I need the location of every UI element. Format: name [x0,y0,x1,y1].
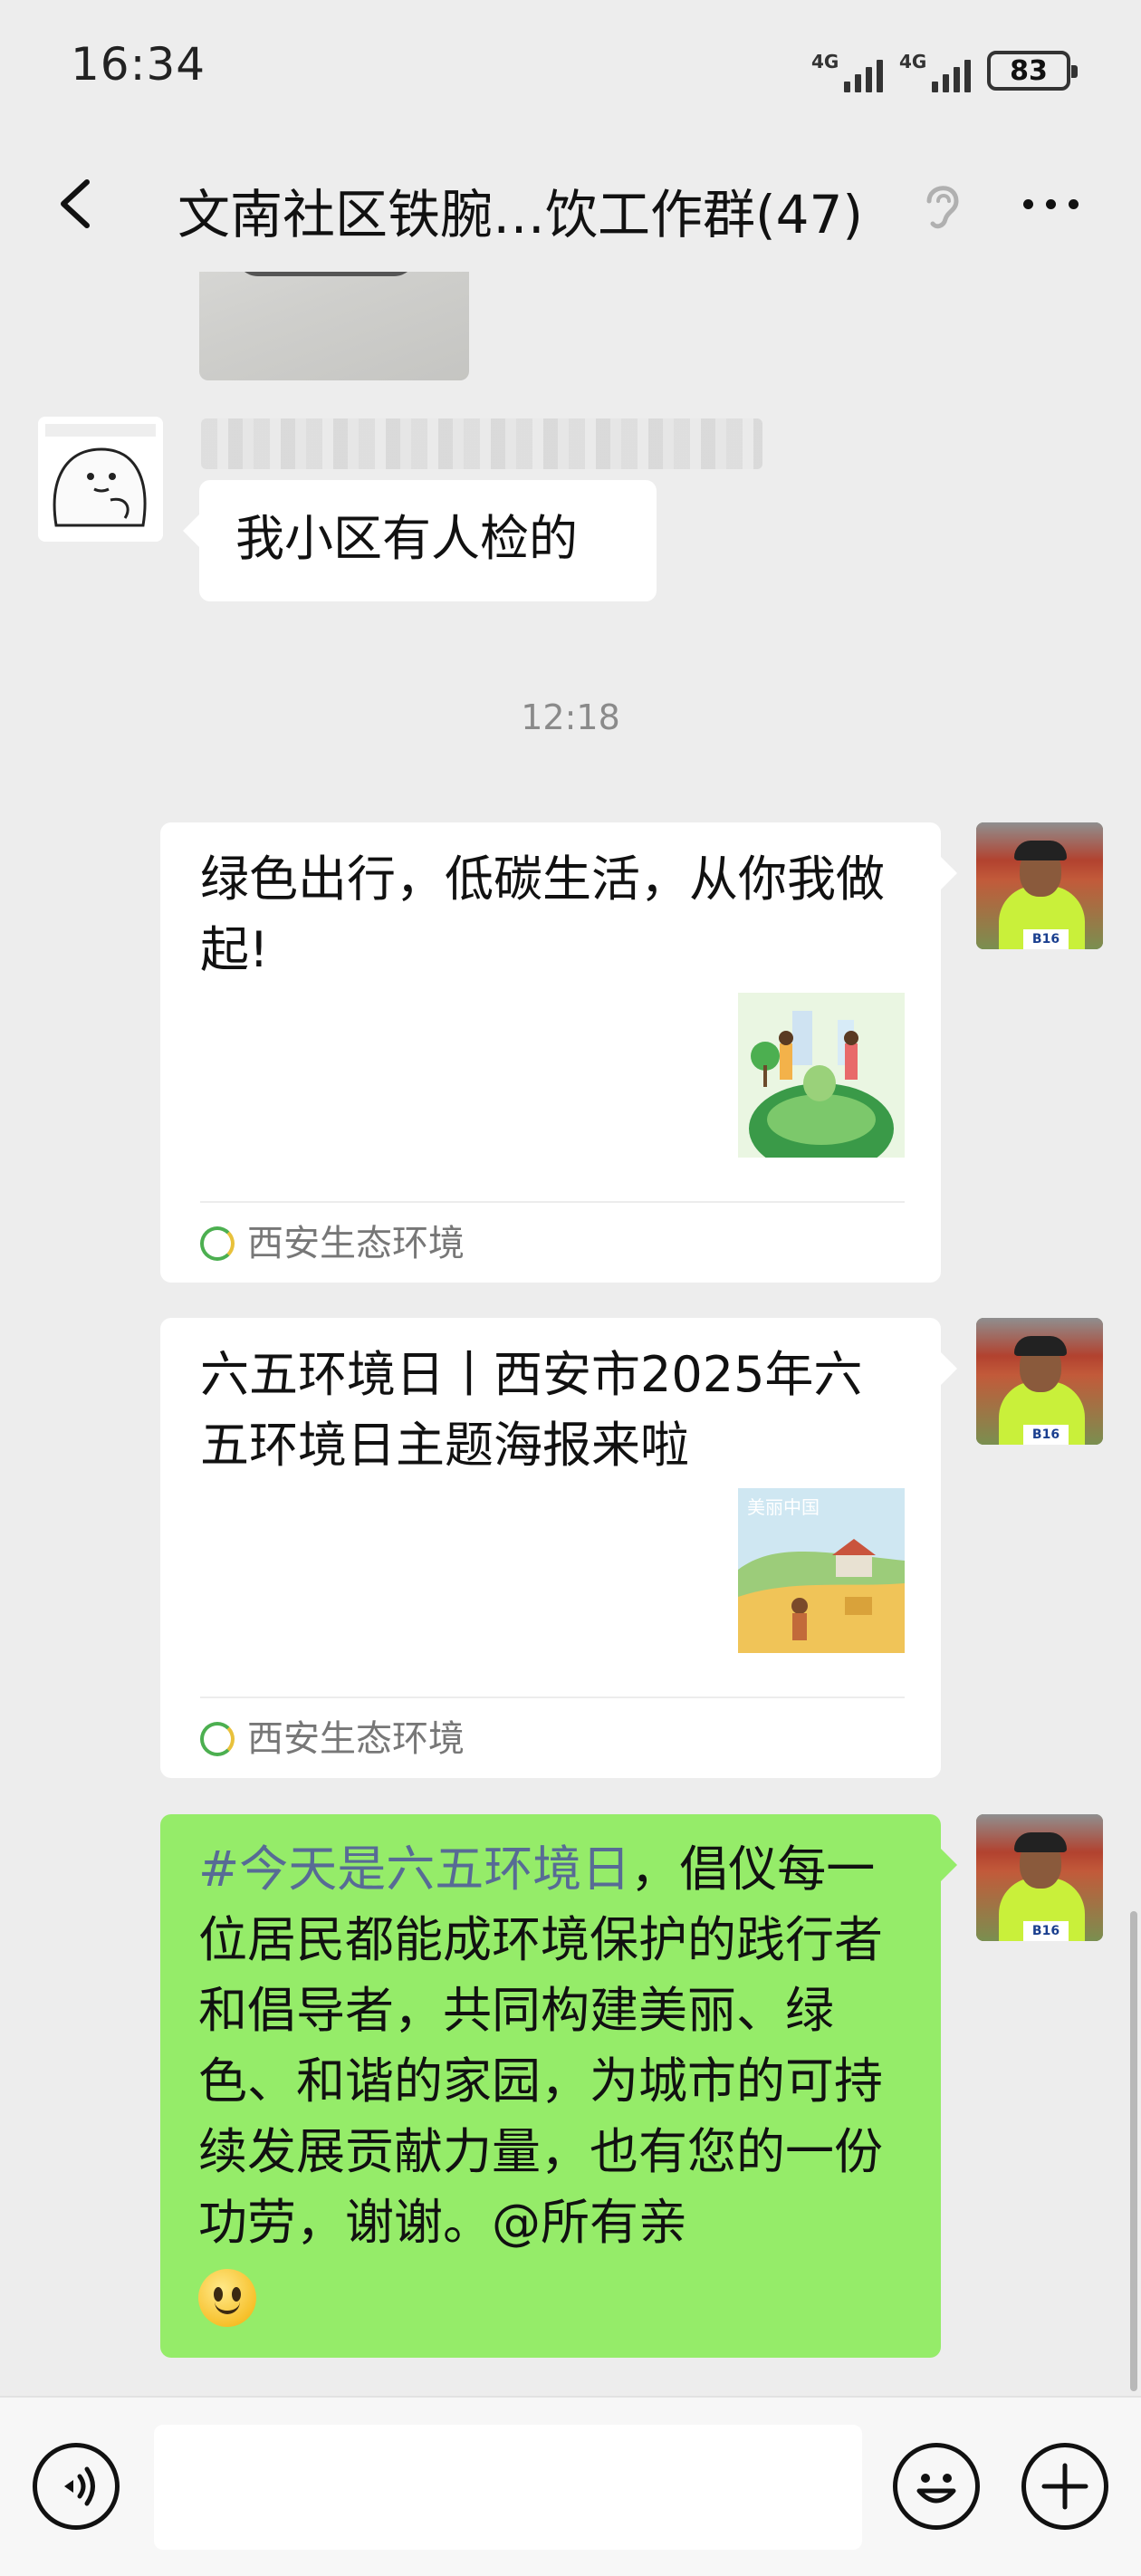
input-bar [0,2396,1141,2576]
article-source: 西安生态环境 [200,1707,465,1771]
status-icons: 4G 4G 83 [811,43,1078,98]
signal-label: 4G [811,51,839,72]
emoji-icon [916,2474,956,2504]
scrollbar[interactable] [1130,1911,1137,2391]
smile-emoji-icon [198,2269,256,2328]
race-bib-icon: B16 [1023,1921,1069,1941]
article-card[interactable]: 绿色出行，低碳生活，从你我做起! 西安生态环境 [160,822,957,1283]
more-button[interactable] [1014,186,1087,222]
voice-button[interactable] [33,2443,120,2530]
message-list[interactable]: 我小区有人检的 12:18 B16 绿色出行，低碳生活，从你我做起! 西安生态环… [0,272,1141,2396]
svg-text:美丽中国: 美丽中国 [747,1496,820,1518]
back-chevron-icon [61,179,90,228]
ear-icon [915,174,971,237]
message-text: ，倡仪每一位居民都能成环境保护的践行者和倡导者，共同构建美丽、绿色、和谐的家园，… [198,1841,883,2251]
source-logo-icon [200,1226,235,1261]
chat-title: 文南社区铁腕…饮工作群(47) [177,184,864,245]
avatar[interactable] [38,417,163,542]
signal-label: 4G [899,51,927,72]
race-bib-icon: B16 [1023,929,1069,949]
battery-level: 83 [1010,54,1048,87]
plus-icon [1041,2463,1088,2510]
emoji-button[interactable] [893,2443,980,2530]
signal-icon: 4G [811,49,883,92]
source-name: 西安生态环境 [247,1223,465,1264]
source-name: 西安生态环境 [247,1718,465,1760]
hashtag-link[interactable]: #今天是六五环境日 [198,1841,630,1898]
article-title: 绿色出行，低碳生活，从你我做起! [200,851,885,978]
source-logo-icon [200,1722,235,1756]
avatar[interactable]: B16 [976,1814,1103,1941]
image-message[interactable] [199,272,469,380]
race-bib-icon: B16 [1023,1425,1069,1445]
more-dots-icon [1022,198,1033,209]
article-card[interactable]: 六五环境日丨西安市2025年六五环境日主题海报来啦 美丽中国 西安生态环境 [160,1318,957,1778]
avatar[interactable]: B16 [976,822,1103,949]
sender-name-blurred [201,418,762,469]
divider [200,1697,905,1698]
article-thumbnail [738,993,905,1158]
article-title: 六五环境日丨西安市2025年六五环境日主题海报来啦 [200,1346,863,1474]
signal-icon: 4G [899,49,971,92]
timestamp: 12:18 [521,697,620,737]
message-text: 我小区有人检的 [235,510,578,567]
article-source: 西安生态环境 [200,1212,465,1275]
back-button[interactable] [43,168,116,240]
message-input[interactable] [154,2425,862,2550]
chat-header: 文南社区铁腕…饮工作群(47) [0,136,1141,272]
cartoon-avatar-icon [38,417,163,542]
more-functions-button[interactable] [1021,2443,1108,2530]
status-bar: 16:34 4G 4G 83 [0,0,1141,136]
article-thumbnail: 美丽中国 [738,1488,905,1653]
divider [200,1201,905,1203]
message-bubble[interactable]: #今天是六五环境日，倡仪每一位居民都能成环境保护的践行者和倡导者，共同构建美丽、… [160,1814,957,2358]
avatar[interactable]: B16 [976,1318,1103,1445]
status-time: 16:34 [71,38,206,91]
voice-icon [64,2466,95,2506]
battery-icon: 83 [987,51,1078,91]
message-bubble[interactable]: 我小区有人检的 [183,480,657,601]
